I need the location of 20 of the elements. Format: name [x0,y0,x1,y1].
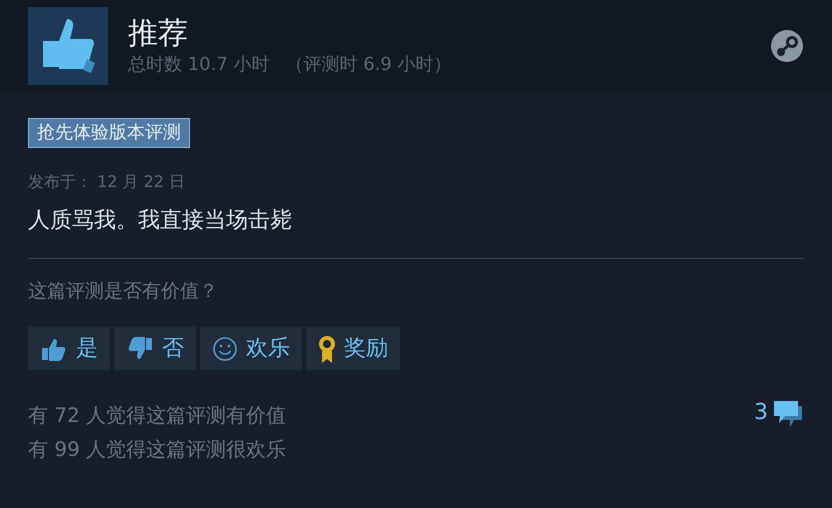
vote-button[interactable]: 是 [28,327,110,370]
total-playtime: 总时数 10.7 小时 [128,53,270,77]
smiley-icon [212,336,238,362]
steam-logo-icon [770,29,804,63]
vote-summary: 有 99 人觉得这篇评测很欢乐 [28,436,286,463]
playtime-at-review: （评测时 6.9 小时） [286,53,452,77]
vote-button[interactable]: 否 [114,327,196,370]
early-access-tag: 抢先体验版本评测 [28,118,190,148]
review-verdict: 推荐 [128,15,189,53]
vote-button[interactable]: 欢乐 [200,327,302,370]
award-icon [318,334,336,364]
review-text: 人质骂我。我直接当场击毙 [28,207,293,235]
vote-summary: 有 72 人觉得这篇评测有价值 [28,402,286,429]
helpful-question: 这篇评测是否有价值？ [28,279,219,304]
posted-date: 发布于： 12 月 22 日 [28,171,186,193]
thumbs-down-icon [126,336,154,362]
vote-button[interactable]: 奖励 [306,327,400,370]
thumbs-up-icon [28,7,108,85]
comments-link[interactable]: 3 [754,398,804,432]
speech-bubbles-icon [772,398,804,428]
